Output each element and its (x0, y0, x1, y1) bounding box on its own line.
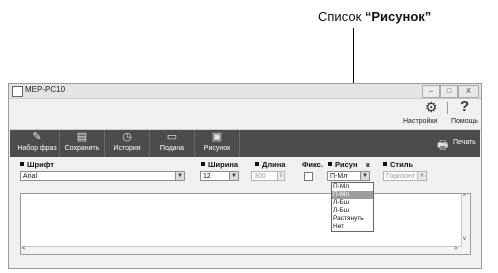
callout-text: Список (318, 9, 365, 24)
feed-label: Подача (159, 145, 185, 152)
save-label: Сохранить (64, 145, 100, 152)
picture-label-heading: Рисун (328, 160, 358, 169)
phrase-set-label: Набор фраз (17, 145, 57, 152)
feed-button[interactable]: ▭ Подача (150, 130, 195, 157)
phrase-set-button[interactable]: ✎ Набор фраз (15, 130, 60, 157)
picture-label: Рисунок (203, 145, 231, 152)
picture-option[interactable]: Л-Бш (332, 199, 373, 207)
history-button[interactable]: ◷ История (105, 130, 150, 157)
help-icon[interactable]: ? (460, 98, 469, 115)
style-dropdown-arrow[interactable]: ▼ (417, 171, 427, 181)
feed-icon: ▭ (166, 131, 178, 143)
fixed-checkbox[interactable] (304, 172, 313, 181)
printer-icon: 🖶 (437, 138, 449, 152)
font-dropdown-arrow[interactable]: ▼ (175, 171, 185, 181)
font-select[interactable]: Arial (20, 171, 184, 181)
scroll-up-icon[interactable]: ^ (463, 194, 466, 200)
print-label: Печать (453, 139, 476, 146)
font-label: Шрифт (20, 160, 54, 169)
picture-button[interactable]: ▣ Рисунок (195, 130, 240, 157)
scroll-left-icon[interactable]: < (22, 246, 26, 252)
main-toolbar: ✎ Набор фраз ▤ Сохранить ◷ История ▭ Под… (10, 130, 480, 157)
window-title: MEP-PC10 (25, 85, 66, 94)
top-action-area: ⚙ ? Настройки Помощь (9, 98, 481, 130)
picture-option[interactable]: Нет (332, 223, 373, 231)
picture-option[interactable]: П-Мл (332, 183, 373, 191)
scroll-right-icon[interactable]: > (454, 246, 458, 252)
picture-option-selected[interactable]: П-Мл (332, 191, 373, 199)
app-window: MEP-PC10 – □ X ⚙ ? Настройки Помощь ✎ На… (8, 83, 482, 269)
picture-dropdown-arrow[interactable]: ▼ (360, 171, 370, 181)
style-label: Стиль (383, 160, 413, 169)
save-icon: ▤ (76, 131, 88, 143)
picture-icon: ▣ (211, 131, 223, 143)
save-button[interactable]: ▤ Сохранить (60, 130, 105, 157)
history-icon: ◷ (122, 131, 132, 143)
fixed-label: Фикс. (302, 160, 323, 169)
picture-option[interactable]: Растянуть (332, 215, 373, 223)
picture-label-tail: к (366, 160, 370, 169)
picture-option[interactable]: Л-Бш (332, 207, 373, 215)
close-button[interactable]: X (458, 85, 479, 98)
print-button[interactable]: 🖶 Печать (437, 132, 477, 154)
maximize-button[interactable]: □ (440, 85, 458, 98)
length-spin-arrows[interactable]: ⇕ (277, 171, 285, 181)
length-label: Длина (255, 160, 285, 169)
phrase-set-icon: ✎ (32, 131, 42, 143)
settings-link[interactable]: Настройки (403, 118, 437, 125)
gear-icon[interactable]: ⚙ (425, 99, 438, 116)
scroll-down-icon[interactable]: v (463, 236, 466, 242)
minimize-button[interactable]: – (422, 85, 440, 98)
vertical-scrollbar[interactable]: ^ v (461, 194, 470, 254)
history-label: История (113, 145, 141, 152)
width-label: Ширина (201, 160, 238, 169)
callout-bold-text: “Рисунок” (364, 9, 432, 24)
picture-options-list: П-Мл П-Мл Л-Бш Л-Бш Растянуть Нет (331, 182, 374, 232)
divider (447, 102, 448, 114)
width-dropdown-arrow[interactable]: ▼ (229, 171, 239, 181)
horizontal-scrollbar[interactable]: < > (21, 246, 462, 254)
picture-list-callout: Список “Рисунок” (318, 9, 431, 24)
text-input-area[interactable]: ^ v < > (20, 193, 471, 255)
help-link[interactable]: Помощь (451, 118, 478, 125)
title-bar: MEP-PC10 – □ X (9, 84, 481, 99)
app-icon (12, 86, 23, 97)
